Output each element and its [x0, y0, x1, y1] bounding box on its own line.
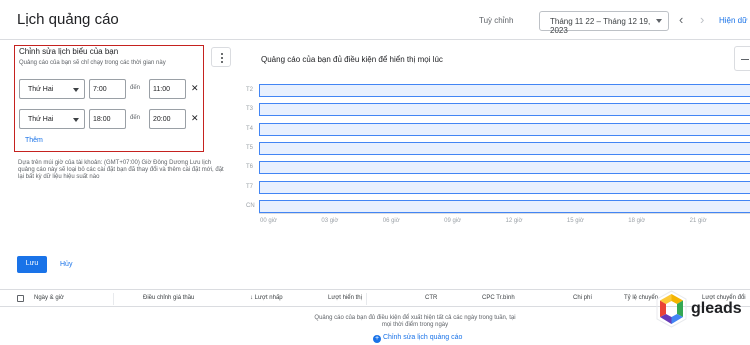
watermark-text: gleads: [691, 300, 742, 317]
column-impressions[interactable]: Lượt hiển thị: [328, 295, 362, 301]
day-select-value: Thứ Hai: [28, 86, 54, 93]
chevron-left-icon[interactable]: ‹: [679, 12, 683, 27]
more-options-button[interactable]: [211, 47, 231, 67]
day-label: T4: [246, 125, 254, 132]
date-range-value: Tháng 11 22 – Tháng 12 19, 2023: [550, 17, 651, 35]
schedule-bar: [259, 141, 750, 155]
chevron-down-icon: [73, 88, 79, 92]
chart-title: Quảng cáo của bạn đủ điều kiện để hiển t…: [261, 55, 443, 64]
x-tick-label: 06 giờ: [382, 218, 400, 224]
x-tick-label: 18 giờ: [628, 218, 646, 224]
date-range-select[interactable]: Tháng 11 22 – Tháng 12 19, 2023: [539, 11, 669, 35]
x-tick-label: 21 giờ: [689, 218, 707, 224]
to-label: đến: [130, 85, 141, 91]
edit-schedule-title: Chỉnh sửa lịch biểu của bạn: [19, 47, 119, 56]
day-label: T5: [246, 144, 254, 151]
end-time-input[interactable]: 20:00: [149, 109, 186, 129]
column-clicks[interactable]: ↓ Lượt nhấp: [250, 295, 283, 301]
x-tick-label: 03 giờ: [321, 218, 339, 224]
schedule-bar: [259, 84, 750, 97]
schedule-bar: [259, 199, 750, 213]
more-vert-icon-dot: [220, 57, 223, 59]
day-select-value: Thứ Hai: [28, 116, 54, 123]
day-select[interactable]: Thứ Hai: [19, 79, 85, 99]
chevron-down-icon: [656, 19, 662, 23]
page-header: Lịch quảng cáo Tuỳ chỉnh Tháng 11 22 – T…: [0, 0, 750, 40]
edit-schedule-panel: Chỉnh sửa lịch biểu của bạn Quảng cáo củ…: [14, 45, 204, 152]
day-label: T3: [246, 106, 254, 113]
column-cost[interactable]: Chi phí: [573, 295, 592, 301]
select-all-checkbox[interactable]: [17, 295, 24, 302]
schedule-bar: [259, 161, 750, 175]
day-select[interactable]: Thứ Hai: [19, 109, 85, 129]
x-tick-label: 12 giờ: [505, 218, 523, 224]
minus-icon: [741, 59, 749, 60]
x-tick-label: 15 giờ: [566, 218, 584, 224]
more-vert-icon: [220, 53, 223, 55]
add-circle-icon: +: [373, 335, 381, 343]
x-axis-line: [259, 213, 750, 214]
close-icon[interactable]: ✕: [191, 113, 199, 124]
table-empty-note: Quảng cáo của bạn đủ điều kiện để xuất h…: [314, 315, 516, 328]
save-button[interactable]: Lưu: [17, 256, 47, 273]
column-clicks-label: Lượt nhấp: [254, 295, 283, 301]
column-avg-cpc[interactable]: CPC Tr.bình: [482, 295, 515, 301]
day-label: CN: [246, 202, 255, 209]
page-title: Lịch quảng cáo: [17, 11, 119, 28]
schedule-bar: [259, 103, 750, 117]
gleads-logo: [656, 290, 687, 328]
close-icon[interactable]: ✕: [191, 83, 199, 94]
column-date-time[interactable]: Ngày & giờ: [34, 295, 64, 301]
x-tick-label: 00 giờ: [260, 218, 277, 224]
more-vert-icon-dot: [220, 61, 223, 63]
edit-schedule-link[interactable]: + Chỉnh sửa lịch quảng cáo: [373, 334, 462, 343]
schedule-bar: [259, 180, 750, 194]
schedule-bar: [259, 122, 750, 136]
end-time-input[interactable]: 11:00: [149, 79, 186, 99]
schedule-row: Thứ Hai 7:00 đến 11:00 ✕: [19, 79, 199, 99]
edit-schedule-link-label: Chỉnh sửa lịch quảng cáo: [383, 334, 463, 341]
schedule-row: Thứ Hai 18:00 đến 20:00 ✕: [19, 109, 199, 129]
column-conversion-rate[interactable]: Tỷ lệ chuyển: [624, 295, 658, 301]
day-label: T2: [246, 87, 254, 93]
column-bid-adjustment[interactable]: Điều chỉnh giá thầu: [143, 295, 194, 301]
chevron-right-icon[interactable]: ›: [700, 12, 704, 27]
day-label: T7: [246, 183, 254, 190]
x-tick-label: 09 giờ: [444, 218, 462, 224]
column-ctr[interactable]: CTR: [425, 295, 437, 301]
day-label: T6: [246, 164, 254, 171]
date-range-type-label: Tuỳ chỉnh: [479, 16, 514, 25]
add-schedule-button[interactable]: Thêm: [25, 137, 43, 144]
collapse-chart-button[interactable]: [734, 46, 750, 71]
start-time-input[interactable]: 7:00: [89, 79, 126, 99]
column-divider: [113, 293, 114, 305]
start-time-input[interactable]: 18:00: [89, 109, 126, 129]
column-divider: [366, 293, 367, 305]
cancel-button[interactable]: Hủy: [60, 261, 72, 268]
show-data-link[interactable]: Hiện dữ liệ: [719, 16, 750, 25]
edit-schedule-description: Quảng cáo của bạn sẽ chỉ chạy trong các …: [19, 60, 166, 66]
sort-down-icon: ↓: [250, 295, 253, 301]
to-label: đến: [130, 115, 141, 121]
table-header: Ngày & giờ Điều chỉnh giá thầu ↓ Lượt nh…: [0, 289, 750, 307]
timezone-note: Dựa trên múi giờ của tài khoản: (GMT+07:…: [18, 160, 224, 180]
chevron-down-icon: [73, 118, 79, 122]
